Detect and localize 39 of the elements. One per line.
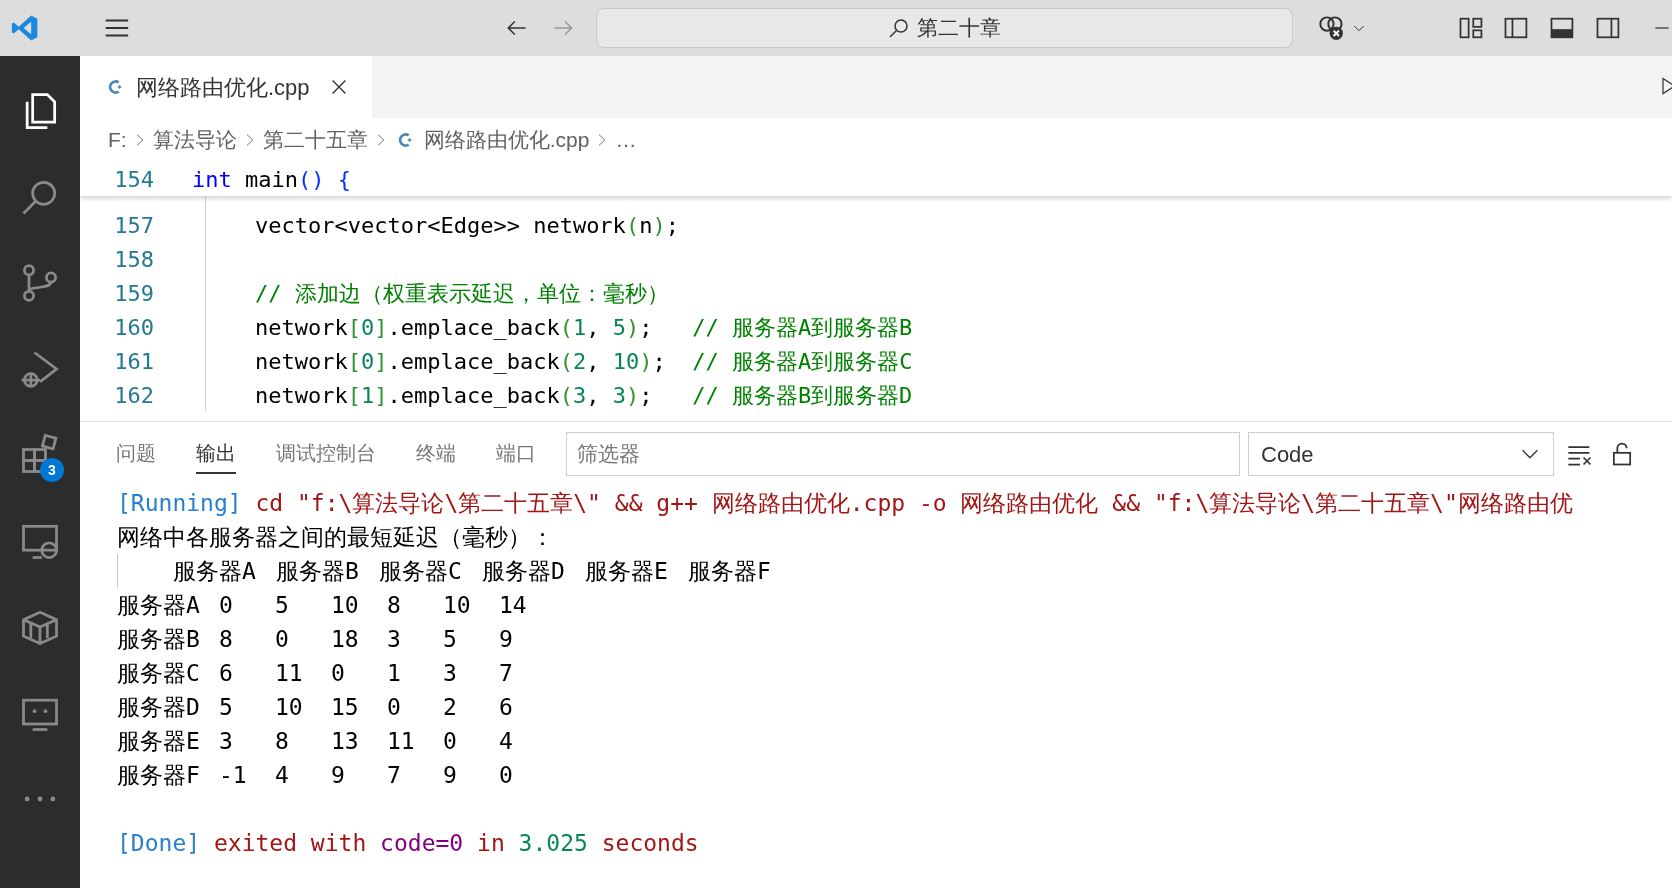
breadcrumb-item[interactable]: 算法导论 — [152, 124, 237, 156]
count-badge: 3 — [40, 458, 64, 482]
panel-tab[interactable]: 终端 — [416, 434, 456, 474]
code-line: int main() { — [192, 165, 351, 194]
line-number: 154 — [113, 165, 154, 194]
code-line: network[0].emplace_back(2, 10); // 服务器A到服务器C — [255, 347, 913, 376]
panel-tab[interactable]: 输出 — [196, 434, 236, 474]
line-number: 158 — [113, 245, 154, 274]
filter-field[interactable]: 筛选器 — [566, 432, 1240, 476]
output-line: 服务器B 8 0 18 3 5 9 — [117, 624, 513, 654]
editor-tab[interactable]: 网络路由优化.cpp — [80, 56, 372, 118]
output-line: 网络中各服务器之间的最短延迟（毫秒）： — [117, 522, 554, 552]
code-line: vector<vector<Edge>> network(n); — [255, 211, 679, 240]
output-line: 服务器D 5 10 15 0 2 6 — [117, 692, 513, 722]
output-line: 服务器F -1 4 9 7 9 0 — [117, 760, 513, 790]
breadcrumb-item[interactable]: F: — [108, 124, 127, 156]
code-line: network[0].emplace_back(1, 5); // 服务器A到服务器B — [255, 313, 913, 342]
app-logo-icon — [10, 13, 40, 43]
output-line: [Done] exited with code=0 in 3.025 seconds — [117, 828, 699, 858]
output-line: 服务器A 服务器B 服务器C 服务器D 服务器E 服务器F — [173, 556, 772, 586]
breadcrumb-item[interactable]: 网络路由优化.cpp — [423, 124, 590, 156]
line-number: 161 — [113, 347, 154, 376]
breadcrumb-item[interactable]: … — [615, 124, 637, 156]
line-number: 157 — [113, 211, 154, 240]
output-line: 服务器E 3 8 13 11 0 4 — [117, 726, 513, 756]
output-line: 服务器C 6 11 0 1 3 7 — [117, 658, 513, 688]
breadcrumb-item[interactable]: 第二十五章 — [262, 124, 368, 156]
panel-tab[interactable]: 端口 — [496, 434, 536, 474]
code-line: network[1].emplace_back(3, 3); // 服务器B到服务器D — [255, 381, 913, 410]
output-line: 服务器A 0 5 10 8 10 14 — [117, 590, 527, 620]
output-line: [Running] cd "f:\算法导论\第二十五章\" && g++ 网络路由优化.cpp -o 网络路由优化 && "f:\算法导论\第二十五章\"网络路由优 — [117, 488, 1573, 518]
code-line: // 添加边（权重表示延迟，单位：毫秒） — [255, 279, 669, 308]
line-number: 162 — [113, 381, 154, 410]
panel-tab[interactable]: 调试控制台 — [276, 434, 376, 474]
command-center[interactable]: 第二十章 — [595, 8, 1293, 48]
channel-dropdown[interactable]: Code — [1248, 432, 1554, 476]
line-number: 160 — [113, 313, 154, 342]
line-number: 159 — [113, 279, 154, 308]
panel-tab[interactable]: 问题 — [116, 434, 156, 474]
